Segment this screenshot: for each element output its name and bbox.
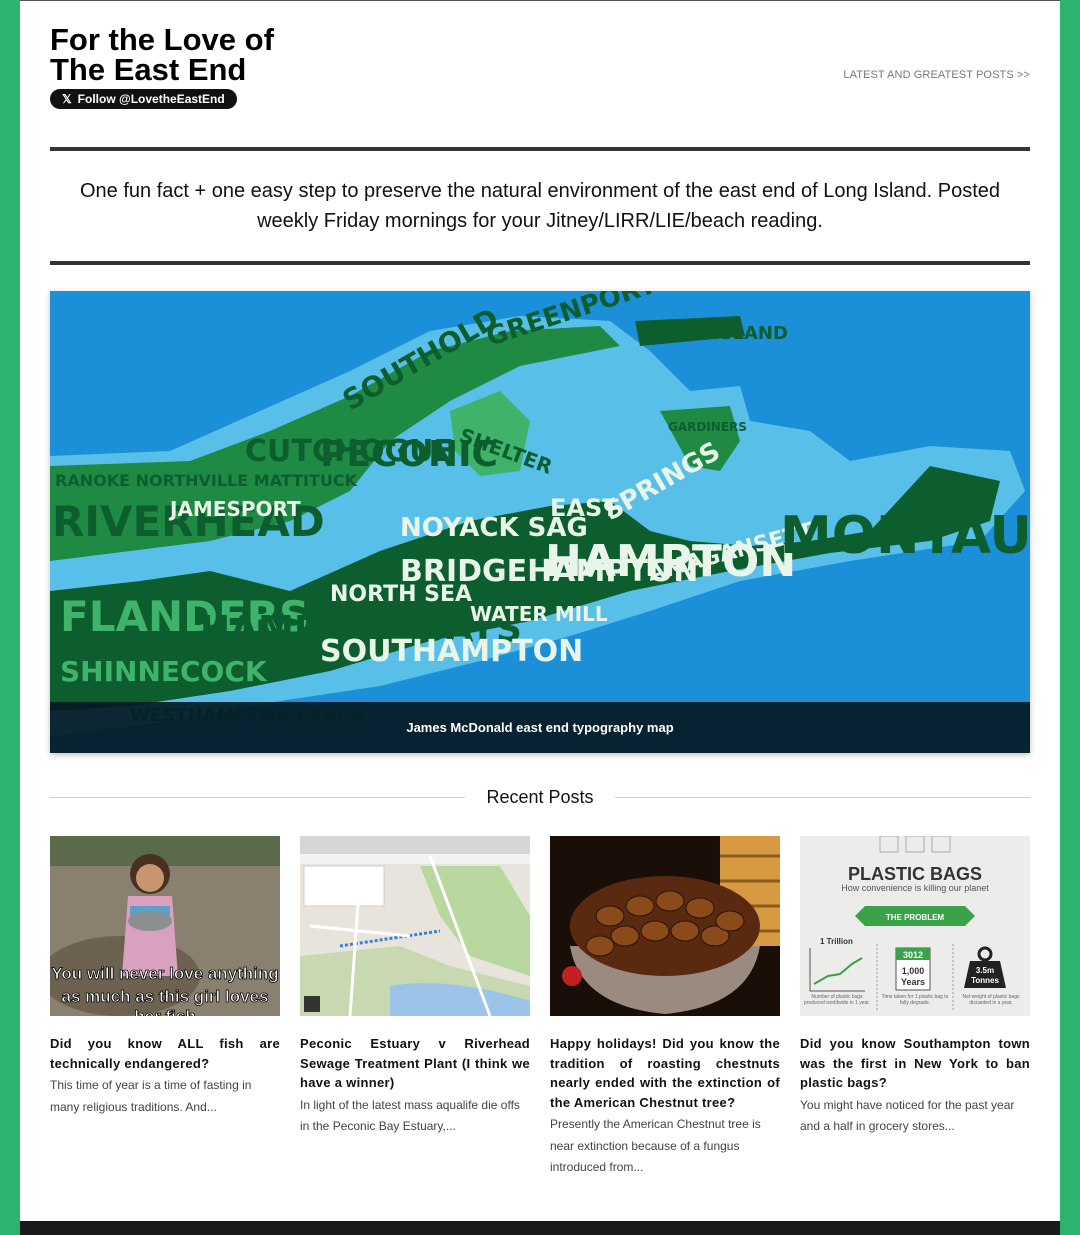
hero-caption-text: James McDonald east end typography map bbox=[406, 720, 674, 735]
twitter-follow-button[interactable]: 𝕏 Follow @LovetheEastEnd bbox=[50, 89, 237, 109]
post-excerpt: This time of year is a time of fasting i… bbox=[50, 1078, 252, 1114]
infographic-stat2-mid: 1,000 bbox=[902, 966, 925, 976]
infographic-note1: Number of plastic bags produced worldwid… bbox=[803, 994, 871, 1006]
roasted-chestnuts-image bbox=[550, 836, 780, 1016]
x-logo-icon: 𝕏 bbox=[62, 92, 72, 106]
tagline: One fun fact + one easy step to preserve… bbox=[79, 180, 1001, 232]
post-card[interactable]: Happy holidays! Did you know the traditi… bbox=[550, 836, 780, 1179]
infographic-stat1: 1 Trillion bbox=[820, 937, 853, 946]
east-end-typography-map: GREENPORT PLUM ISLAND SOUTHOLD CUTCHOGUE… bbox=[50, 291, 1030, 753]
recent-posts-header: Recent Posts bbox=[50, 785, 1030, 809]
plastic-bags-infographic-image: PLASTIC BAGS How convenience is killing … bbox=[800, 836, 1030, 1016]
top-divider bbox=[50, 147, 1030, 151]
post-excerpt: In light of the latest mass aqualife die… bbox=[300, 1097, 520, 1134]
infographic-stat3-top: 3.5m bbox=[976, 966, 994, 975]
infographic-note3: Net weight of plastic bags discarded in … bbox=[962, 994, 1020, 1006]
post-title[interactable]: Peconic Estuary v Riverhead Sewage Treat… bbox=[300, 1034, 530, 1093]
svg-text:NORTH SEA: NORTH SEA bbox=[330, 582, 472, 607]
post-card[interactable]: PLASTIC BAGS How convenience is killing … bbox=[800, 836, 1030, 1138]
svg-text:SOUTHAMPTON: SOUTHAMPTON bbox=[320, 634, 583, 669]
post-thumbnail[interactable] bbox=[300, 836, 530, 1016]
post-title[interactable]: Happy holidays! Did you know the traditi… bbox=[550, 1034, 780, 1112]
infographic-title: PLASTIC BAGS bbox=[848, 864, 982, 884]
svg-text:MONTAUK: MONTAUK bbox=[780, 506, 1030, 566]
infographic-stat3-bottom: Tonnes bbox=[971, 976, 999, 985]
post-card[interactable]: You will never love anything as much as … bbox=[50, 836, 280, 1118]
svg-text:her fish: her fish bbox=[134, 1007, 195, 1016]
recent-posts-list: You will never love anything as much as … bbox=[50, 836, 1030, 1176]
svg-text:SHINNECOCK: SHINNECOCK bbox=[60, 655, 268, 688]
svg-text:as much as this girl loves: as much as this girl loves bbox=[62, 987, 269, 1006]
page: For the Love of The East End 𝕏 Follow @L… bbox=[20, 0, 1060, 1235]
svg-text:PLUM ISLAND: PLUM ISLAND bbox=[650, 323, 788, 344]
site-title[interactable]: For the Love of The East End bbox=[50, 24, 310, 87]
svg-text:RANOKE NORTHVILLE MATTITUCK: RANOKE NORTHVILLE MATTITUCK bbox=[55, 471, 358, 490]
post-title[interactable]: Did you know Southampton town was the fi… bbox=[800, 1034, 1030, 1093]
infographic-stat2-top: 3012 bbox=[903, 950, 923, 960]
site-header: For the Love of The East End 𝕏 Follow @L… bbox=[50, 24, 1030, 115]
post-card[interactable]: Peconic Estuary v Riverhead Sewage Treat… bbox=[300, 836, 530, 1138]
svg-text:JAMESPORT: JAMESPORT bbox=[168, 497, 301, 521]
bottom-divider bbox=[50, 261, 1030, 265]
infographic-note2: Time taken for 1 plastic bag to fully de… bbox=[881, 994, 949, 1006]
heading-rule-right bbox=[615, 797, 1030, 798]
infographic-subtitle: How convenience is killing our planet bbox=[841, 883, 989, 893]
post-thumbnail[interactable]: PLASTIC BAGS How convenience is killing … bbox=[800, 836, 1030, 1016]
girl-with-fish-image: You will never love anything as much as … bbox=[50, 836, 280, 1016]
post-thumbnail[interactable]: You will never love anything as much as … bbox=[50, 836, 280, 1016]
svg-text:WATER MILL: WATER MILL bbox=[470, 602, 608, 626]
google-maps-screenshot-image bbox=[300, 836, 530, 1016]
follow-label: Follow @LovetheEastEnd bbox=[77, 92, 225, 106]
infographic-banner: THE PROBLEM bbox=[886, 913, 945, 922]
hero-caption: James McDonald east end typography map bbox=[50, 702, 1030, 753]
post-excerpt: Presently the American Chestnut tree is … bbox=[550, 1117, 761, 1174]
latest-posts-link[interactable]: LATEST AND GREATEST POSTS >> bbox=[843, 69, 1030, 81]
post-excerpt: You might have noticed for the past year… bbox=[800, 1097, 1015, 1134]
hero-image[interactable]: GREENPORT PLUM ISLAND SOUTHOLD CUTCHOGUE… bbox=[50, 291, 1030, 753]
footer-bar bbox=[20, 1221, 1060, 1235]
site-title-line2: The East End bbox=[50, 52, 247, 87]
post-thumbnail[interactable] bbox=[550, 836, 780, 1016]
infographic-stat2-bottom: Years bbox=[901, 977, 925, 987]
svg-text:You will never love anything: You will never love anything bbox=[51, 964, 278, 983]
svg-text:GARDINERS: GARDINERS bbox=[668, 420, 747, 434]
post-title[interactable]: Did you know ALL fish are technically en… bbox=[50, 1034, 280, 1073]
